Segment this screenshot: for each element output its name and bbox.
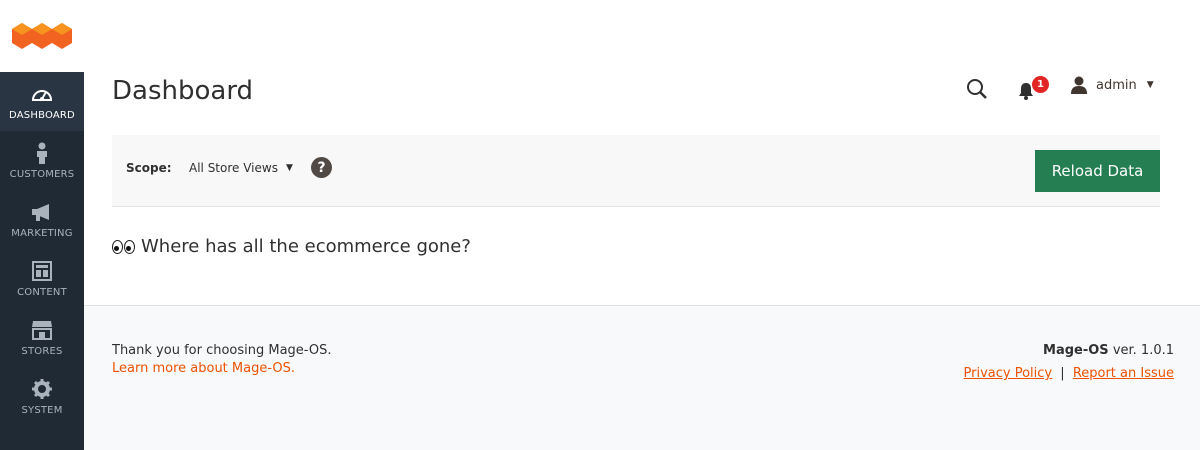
version-info: Mage-OS ver. 1.0.1 [1043,343,1174,358]
scope-label: Scope: [126,161,172,175]
gear-icon [31,378,53,400]
sidebar-item-label: CONTENT [17,286,67,298]
chevron-down-icon: ▼ [1146,80,1154,90]
eyes-icon [112,239,135,254]
sidebar-item-label: STORES [21,345,63,357]
search-icon[interactable] [966,78,988,100]
megaphone-icon [31,201,53,223]
sidebar-item-stores[interactable]: STORES [0,308,84,367]
sidebar-item-dashboard[interactable]: DASHBOARD [0,72,84,131]
notification-badge: 1 [1032,76,1049,93]
sidebar-item-customers[interactable]: CUSTOMERS [0,131,84,190]
dashboard-icon [31,83,53,105]
sidebar-item-marketing[interactable]: MARKETING [0,190,84,249]
sidebar-item-label: SYSTEM [21,404,63,416]
brand-name: Mage-OS [1043,343,1109,358]
scope-switcher[interactable]: All Store Views ▼ [189,161,293,175]
report-issue-link[interactable]: Report an Issue [1073,366,1174,381]
sidebar-item-system[interactable]: SYSTEM [0,367,84,426]
scope-selected-value: All Store Views [189,161,278,175]
sidebar-item-label: DASHBOARD [9,109,75,121]
logo[interactable] [0,0,84,72]
storefront-icon [31,319,53,341]
mage-os-logo [12,23,72,49]
person-icon [31,142,53,164]
user-name: admin [1096,77,1137,93]
sidebar-item-label: CUSTOMERS [9,168,75,180]
main-content: Dashboard 1 admin ▼ Scope: All Store Vie… [84,0,1200,450]
sidebar-item-label: MARKETING [11,227,73,239]
notifications-button[interactable]: 1 [1018,76,1054,102]
sidebar-item-content[interactable]: CONTENT [0,249,84,308]
learn-more-link[interactable]: Learn more about Mage-OS. [112,361,295,376]
reload-data-button[interactable]: Reload Data [1035,150,1160,192]
sidebar: DASHBOARD CUSTOMERS MARKETING CONTENT ST… [0,0,84,450]
footer: Thank you for choosing Mage-OS. Learn mo… [84,305,1200,450]
version-number: ver. 1.0.1 [1112,343,1174,358]
user-icon [1071,76,1087,94]
message-text: Where has all the ecommerce gone? [141,236,471,257]
user-menu[interactable]: admin ▼ [1070,76,1154,94]
privacy-policy-link[interactable]: Privacy Policy [964,366,1053,381]
footer-thanks: Thank you for choosing Mage-OS. [112,343,332,358]
chevron-down-icon: ▼ [285,163,293,173]
page-title: Dashboard [112,76,254,106]
link-separator: | [1060,366,1065,381]
dashboard-message: Where has all the ecommerce gone? [112,236,471,257]
footer-links: Privacy Policy | Report an Issue [964,366,1174,381]
header-actions: 1 admin ▼ [940,70,1200,106]
layout-icon [31,260,53,282]
scope-bar: Scope: All Store Views ▼ ? Reload Data [112,135,1160,207]
help-icon[interactable]: ? [311,157,332,178]
